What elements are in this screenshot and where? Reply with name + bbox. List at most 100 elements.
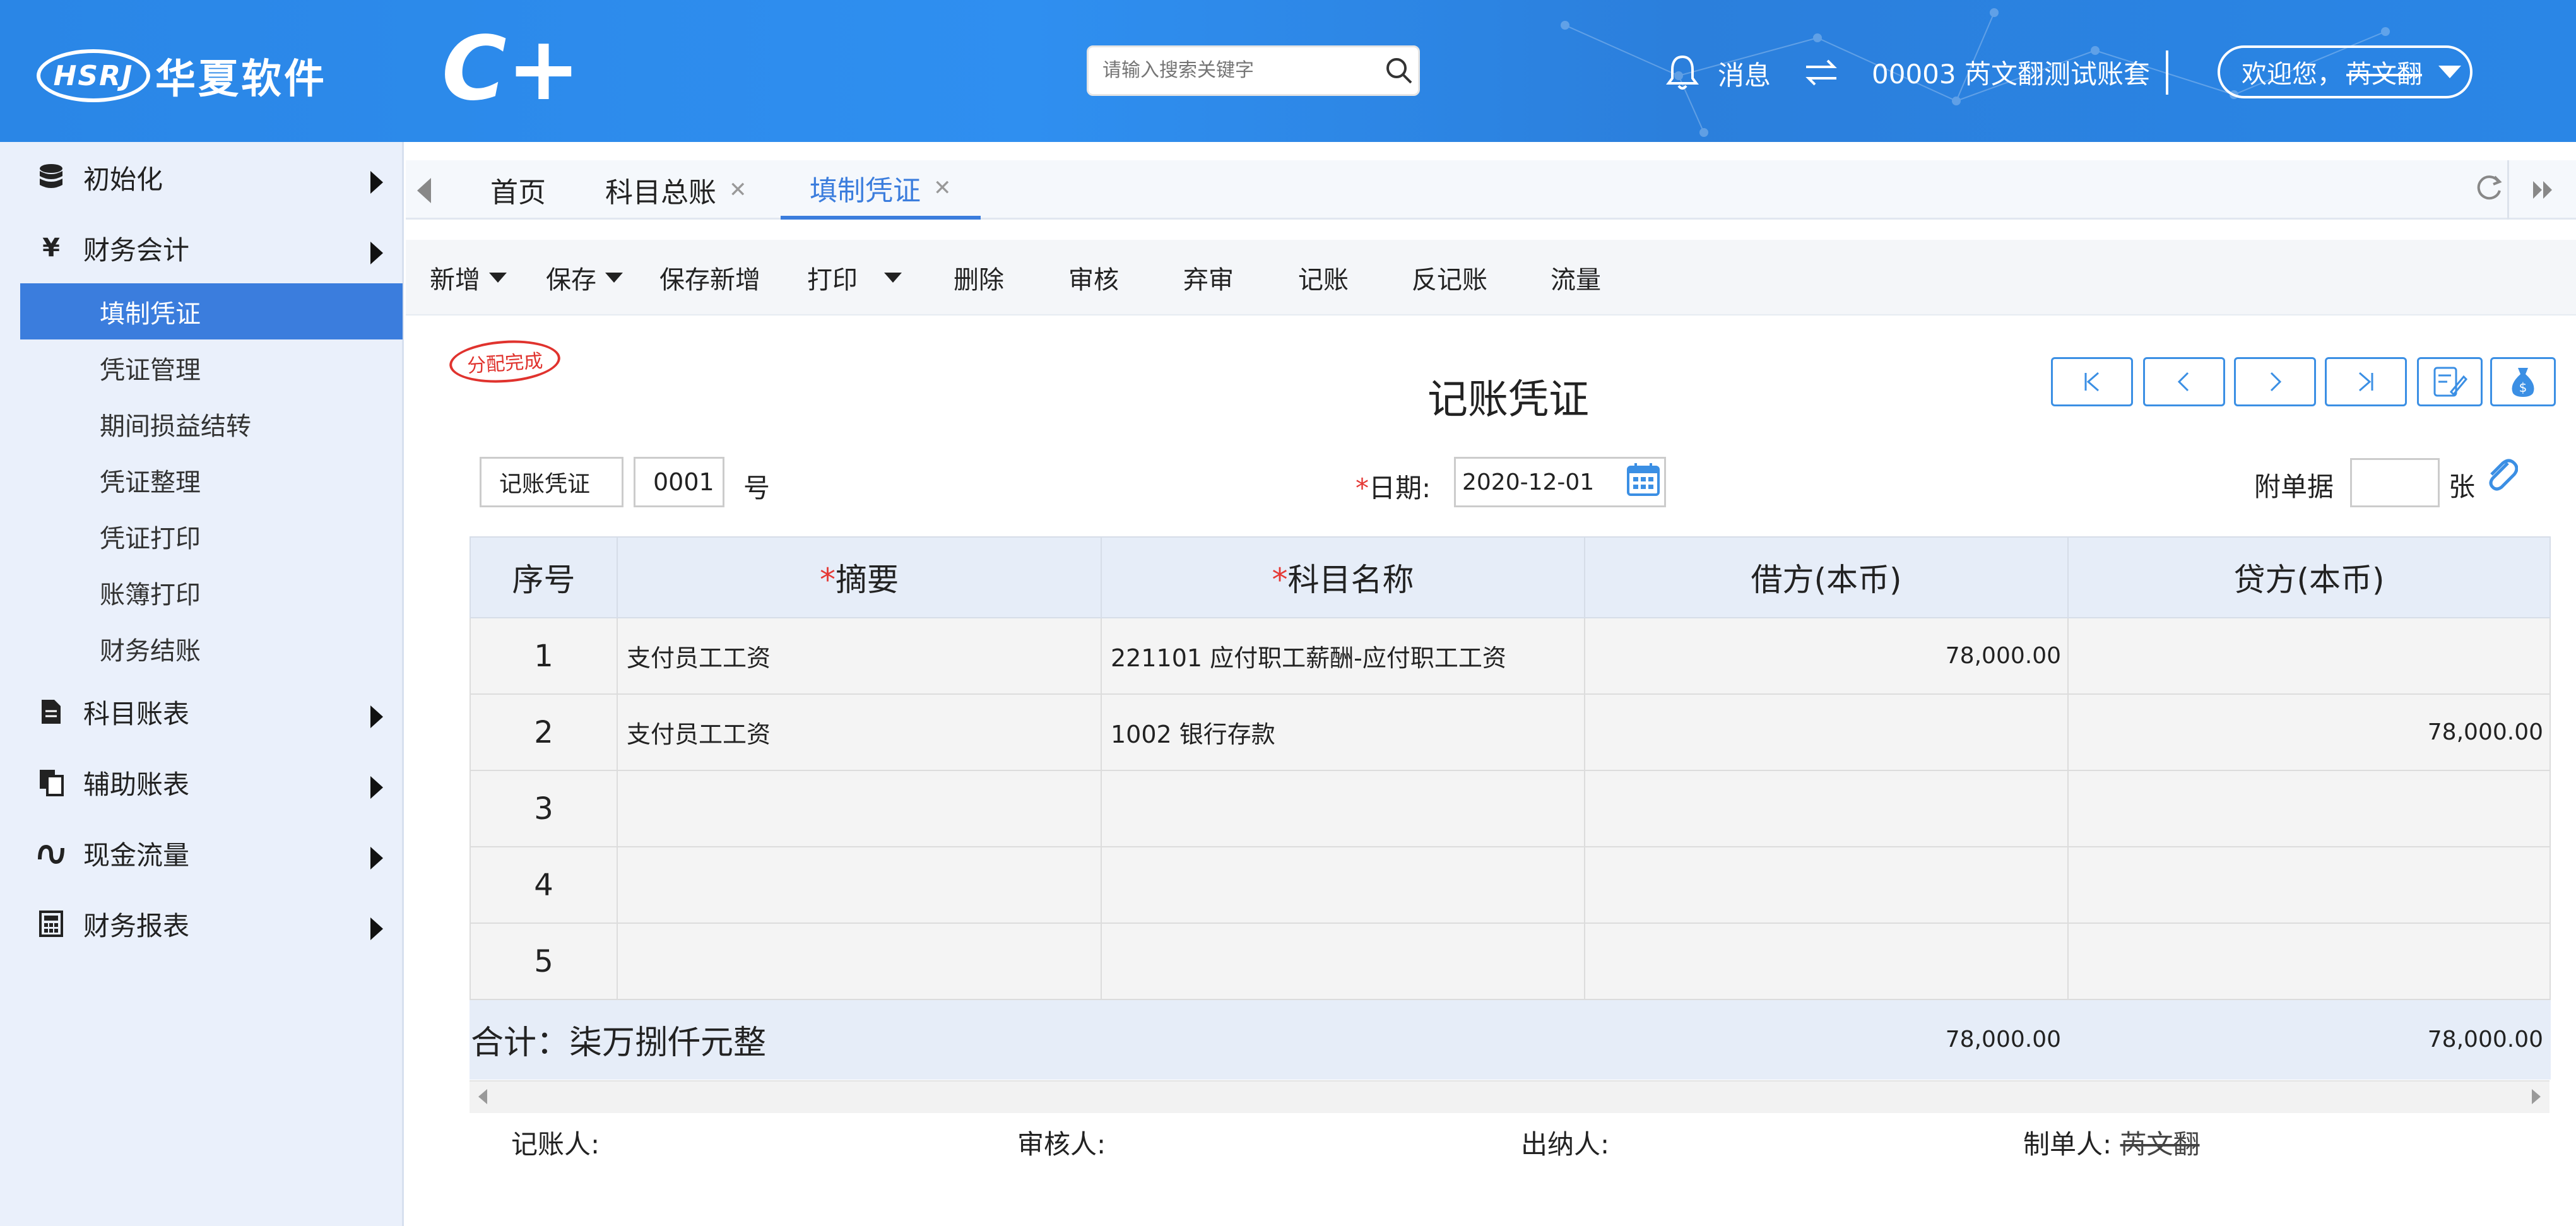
credit-cell[interactable] [2067,617,2551,695]
first-record-button[interactable] [2051,357,2133,406]
caret-right-icon [370,917,383,940]
sidebar-group-finance[interactable]: ¥ 财务会计 [0,213,402,283]
switch-account-icon[interactable] [1802,53,1840,93]
debit-cell[interactable]: 78,000.00 [1584,617,2069,695]
previous-record-button[interactable] [2143,357,2225,406]
account-cell[interactable]: 1002 银行存款 [1101,693,1585,771]
summary-cell[interactable] [617,846,1102,924]
attachments-unit-label: 张 [2449,471,2476,502]
tab-bar: 首页 科目总账 ✕ 填制凭证 ✕ [406,160,2576,220]
chevron-down-icon [2438,66,2461,78]
edit-note-button[interactable] [2417,357,2483,406]
scroll-right-icon[interactable] [2532,1089,2541,1104]
sidebar-item-period-transfer[interactable]: 期间损益结转 [0,396,402,452]
post-button[interactable]: 记账 [1298,240,1349,315]
close-icon[interactable]: ✕ [933,175,952,201]
summary-cell[interactable] [617,922,1102,1000]
credit-cell[interactable] [2067,846,2551,924]
next-record-button[interactable] [2234,357,2316,406]
refresh-icon[interactable] [2473,172,2505,211]
sidebar-group-cash-flow[interactable]: 现金流量 [0,818,402,888]
last-icon [2359,372,2373,392]
summary-cell[interactable]: 支付员工工资 [617,617,1102,695]
user-menu[interactable]: 欢迎您， 芮文翻 [2218,45,2473,98]
preparer-label: 制单人: [2023,1129,2112,1160]
summary-cell[interactable] [617,770,1102,847]
top-header: HSRJ 华夏软件 C+ 消息 00003 芮文翻测试账套 欢迎您， 芮文翻 [0,0,2576,142]
chevron-down-icon [605,273,623,283]
voucher-number-input[interactable]: 0001 [634,457,724,507]
money-bag-button[interactable]: $ [2490,357,2556,406]
tab-label: 科目总账 [605,177,716,209]
sidebar-group-label: 辅助账表 [83,769,190,800]
sidebar-group-financial-statements[interactable]: 财务报表 [0,888,402,959]
logo-mark: HSRJ [37,49,150,102]
account-cell[interactable]: 221101 应付职工薪酬-应付职工工资 [1101,617,1585,695]
table-row: 3 [470,770,2551,847]
debit-cell[interactable] [1584,922,2069,1000]
sidebar-group-label: 科目账表 [83,698,190,729]
print-button[interactable]: 打印 [807,240,902,315]
sidebar-group-init[interactable]: 初始化 [0,142,402,213]
company-logo[interactable]: HSRJ 华夏软件 [37,44,327,107]
close-icon[interactable]: ✕ [729,177,747,203]
money-bag-icon: $ [2512,368,2534,397]
credit-cell[interactable]: 78,000.00 [2067,693,2551,771]
search-input[interactable] [1102,52,1380,90]
last-record-button[interactable] [2325,357,2407,406]
debit-cell[interactable] [1584,693,2069,771]
debit-cell[interactable] [1584,846,2069,924]
save-and-new-button[interactable]: 保存新增 [659,240,760,315]
sidebar-item-voucher-print[interactable]: 凭证打印 [0,508,402,564]
chevron-down-icon [489,273,507,283]
delete-button[interactable]: 删除 [954,240,1004,315]
credit-cell[interactable] [2067,922,2551,1000]
search-icon[interactable] [1380,52,1418,90]
messages-link[interactable]: 消息 [1718,54,1771,93]
sidebar-item-voucher-organize[interactable]: 凭证整理 [0,452,402,508]
sidebar-group-label: 财务报表 [83,910,190,941]
calendar-icon[interactable] [1626,462,1661,500]
summary-cell[interactable]: 支付员工工资 [617,693,1102,771]
attachments-count-input[interactable] [2350,458,2440,507]
sidebar-item-ledger-print[interactable]: 账簿打印 [0,564,402,620]
sidebar-item-voucher-management[interactable]: 凭证管理 [0,339,402,396]
sidebar-group-aux-reports[interactable]: 辅助账表 [0,747,402,818]
first-icon [2084,372,2099,392]
new-button[interactable]: 新增 [430,240,507,315]
tab-scroll-right-icon[interactable] [2507,160,2576,220]
debit-cell[interactable] [1584,770,2069,847]
horizontal-scrollbar[interactable] [470,1080,2549,1113]
paperclip-icon[interactable] [2483,456,2519,502]
unpost-button[interactable]: 反记账 [1412,240,1487,315]
search-box[interactable] [1087,45,1420,96]
credit-cell[interactable] [2067,770,2551,847]
auditor-label: 审核人: [1017,1129,1106,1160]
audit-button[interactable]: 审核 [1068,240,1119,315]
scroll-left-icon[interactable] [478,1089,487,1104]
save-button[interactable]: 保存 [546,240,623,315]
account-cell[interactable] [1101,922,1585,1000]
tab-label: 填制凭证 [810,175,921,207]
voucher-type-select[interactable]: 记账凭证 [480,457,623,507]
tab-fill-voucher[interactable]: 填制凭证 ✕ [781,160,981,220]
caret-right-icon [370,847,383,869]
tab-scroll-left-icon[interactable] [417,178,431,203]
account-cell[interactable] [1101,846,1585,924]
column-header-seq: 序号 [470,536,618,618]
tab-account-ledger[interactable]: 科目总账 ✕ [605,160,747,220]
sidebar-group-account-reports[interactable]: 科目账表 [0,676,402,747]
column-header-account: *科目名称 [1101,536,1585,618]
bookkeeper-label: 记账人: [511,1129,600,1160]
cash-flow-button[interactable]: 流量 [1551,240,1601,315]
row-seq: 5 [470,922,618,1000]
account-cell[interactable] [1101,770,1585,847]
tab-home[interactable]: 首页 [490,160,546,220]
toolbar-label: 保存 [546,266,596,295]
sidebar-item-fill-voucher[interactable]: 填制凭证 [20,283,403,339]
unaudit-button[interactable]: 弃审 [1183,240,1234,315]
bell-icon[interactable] [1666,53,1699,93]
sidebar-item-closing[interactable]: 财务结账 [0,620,402,676]
preparer-field: 制单人: 芮文翻 [2023,1123,2200,1162]
account-set-label[interactable]: 00003 芮文翻测试账套 [1872,53,2150,91]
